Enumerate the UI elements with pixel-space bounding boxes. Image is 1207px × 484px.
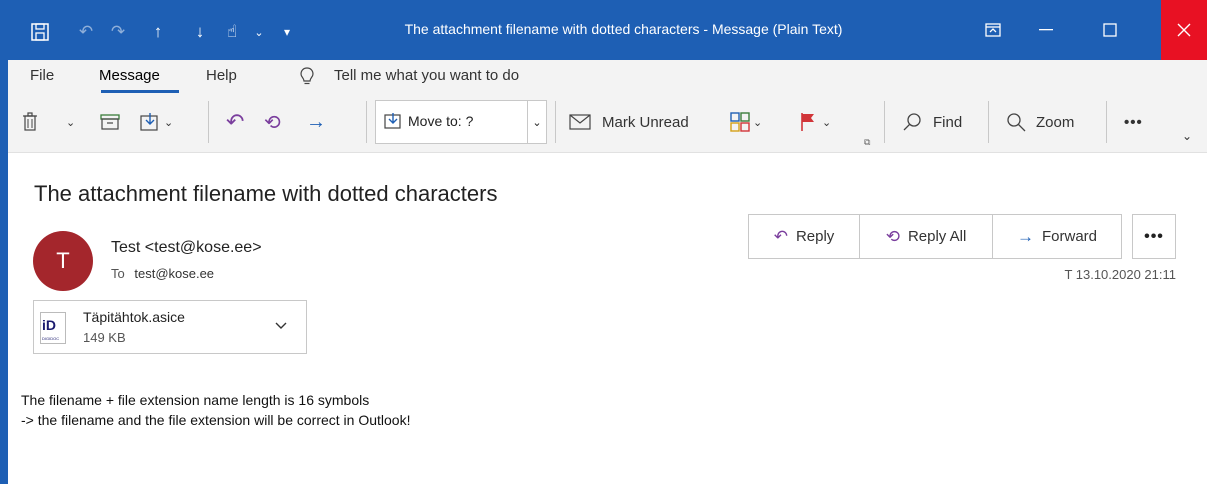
reply-all-button[interactable]: ⟲ Reply All bbox=[860, 215, 993, 258]
digidoc-file-icon: iD DIGIDOC bbox=[40, 312, 66, 344]
to-label: To bbox=[111, 266, 125, 281]
reply-icon[interactable]: ↶ bbox=[226, 106, 244, 138]
maximize-icon[interactable] bbox=[1087, 0, 1133, 60]
body-line: -> the filename and the file extension w… bbox=[21, 412, 411, 428]
zoom-icon bbox=[1006, 112, 1026, 132]
message-actions: ↶ Reply ⟲ Reply All → Forward bbox=[748, 214, 1122, 259]
reply-all-icon: ⟲ bbox=[885, 226, 900, 246]
envelope-icon bbox=[568, 112, 592, 132]
minimize-icon[interactable] bbox=[1023, 0, 1069, 60]
recipient-address[interactable]: test@kose.ee bbox=[134, 266, 214, 281]
save-icon[interactable] bbox=[30, 20, 50, 44]
down-arrow-icon[interactable]: ↓ bbox=[190, 20, 210, 44]
delete-icon[interactable] bbox=[22, 106, 38, 138]
ribbon-separator bbox=[366, 101, 367, 143]
up-arrow-icon[interactable]: ↑ bbox=[148, 20, 168, 44]
mark-unread-label: Mark Unread bbox=[602, 113, 689, 131]
move-icon[interactable]: ⌄ bbox=[140, 106, 173, 138]
mark-unread-button[interactable]: Mark Unread bbox=[568, 106, 689, 138]
more-commands-button[interactable]: ••• bbox=[1124, 106, 1143, 138]
attachment-name: Täpitähtok.asice bbox=[83, 309, 185, 325]
expand-ribbon-chevron-icon[interactable]: ⌄ bbox=[1182, 120, 1192, 152]
message-date: T 13.10.2020 21:11 bbox=[1064, 267, 1176, 282]
categorize-icon[interactable]: ⌄ bbox=[730, 106, 762, 138]
ribbon-separator bbox=[1106, 101, 1107, 143]
message-body: The filename + file extension name lengt… bbox=[21, 390, 410, 430]
find-button[interactable]: Find bbox=[903, 106, 962, 138]
redo-icon[interactable]: ↷ bbox=[108, 20, 128, 44]
flag-icon[interactable]: ⌄ bbox=[800, 106, 831, 138]
delete-dropdown-chevron-icon[interactable]: ⌄ bbox=[66, 106, 75, 138]
forward-icon[interactable]: → bbox=[306, 106, 326, 138]
sender-name[interactable]: Test <test@kose.ee> bbox=[111, 239, 262, 257]
forward-icon: → bbox=[1016, 226, 1034, 246]
menu-help[interactable]: Help bbox=[206, 67, 237, 84]
forward-label: Forward bbox=[1041, 228, 1097, 245]
ribbon-separator bbox=[555, 101, 556, 143]
move-to-quickstep[interactable]: Move to: ? bbox=[375, 100, 545, 144]
active-tab-indicator bbox=[101, 90, 179, 93]
more-actions-button[interactable]: ••• bbox=[1132, 214, 1176, 259]
message-subject: The attachment filename with dotted char… bbox=[34, 181, 498, 206]
menu-file[interactable]: File bbox=[30, 67, 54, 84]
window-left-border bbox=[0, 60, 8, 484]
find-label: Find bbox=[933, 113, 963, 131]
attachment-menu-chevron-icon[interactable] bbox=[275, 317, 287, 333]
chevron-down-icon[interactable]: ⌄ bbox=[252, 20, 266, 44]
search-icon bbox=[903, 112, 923, 132]
move-to-icon bbox=[384, 112, 404, 135]
avatar[interactable]: T bbox=[33, 231, 93, 291]
reply-label: Reply bbox=[795, 228, 835, 245]
dialog-launcher-icon[interactable]: ⧉ bbox=[864, 126, 870, 158]
reply-all-label: Reply All bbox=[907, 228, 967, 245]
recipient-line: To test@kose.ee bbox=[111, 266, 214, 281]
ribbon-display-icon[interactable] bbox=[970, 0, 1016, 60]
archive-icon[interactable] bbox=[100, 106, 120, 138]
customize-icon[interactable]: ▾ bbox=[280, 20, 294, 44]
reply-icon: ↶ bbox=[773, 226, 788, 246]
reply-button[interactable]: ↶ Reply bbox=[749, 215, 860, 258]
attachment-size: 149 KB bbox=[83, 330, 126, 345]
zoom-button[interactable]: Zoom bbox=[1006, 106, 1074, 138]
reply-all-icon[interactable]: ⟲ bbox=[264, 106, 281, 138]
menu-message[interactable]: Message bbox=[99, 67, 160, 84]
ribbon-toolbar: ⌄ ⌄ ↶ ⟲ → Move to: ? ⌄ Mark Unread ⌄ ⌄ ⧉… bbox=[8, 96, 1207, 153]
ribbon-separator bbox=[988, 101, 989, 143]
close-icon[interactable] bbox=[1161, 0, 1207, 60]
ribbon-separator bbox=[884, 101, 885, 143]
quickstep-dropdown-chevron-icon[interactable]: ⌄ bbox=[527, 100, 547, 144]
ribbon-separator bbox=[208, 101, 209, 143]
undo-icon[interactable]: ↶ bbox=[76, 20, 96, 44]
title-bar: ↶ ↷ ↑ ↓ ☝ ⌄ ▾ The attachment filename wi… bbox=[0, 0, 1207, 60]
attachment-card[interactable]: iD DIGIDOC Täpitähtok.asice 149 KB bbox=[33, 300, 307, 354]
lightbulb-icon[interactable] bbox=[300, 67, 314, 89]
menu-bar: File Message Help Tell me what you want … bbox=[8, 60, 1207, 96]
body-line: The filename + file extension name lengt… bbox=[21, 392, 370, 408]
tell-me-search[interactable]: Tell me what you want to do bbox=[334, 67, 519, 84]
forward-button[interactable]: → Forward bbox=[993, 215, 1121, 258]
move-to-label: Move to: ? bbox=[408, 113, 474, 129]
zoom-label: Zoom bbox=[1036, 113, 1075, 131]
touch-mode-icon[interactable]: ☝ bbox=[222, 20, 242, 44]
